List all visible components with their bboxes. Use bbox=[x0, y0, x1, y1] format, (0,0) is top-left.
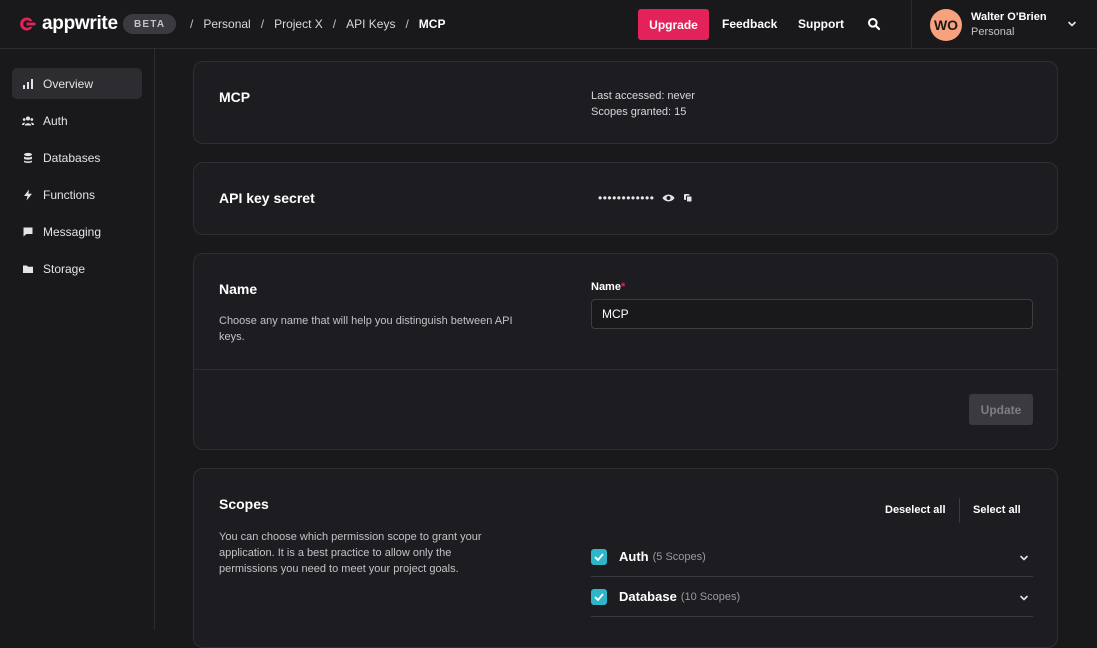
copy-icon[interactable] bbox=[683, 193, 693, 203]
chevron-down-icon[interactable] bbox=[1019, 553, 1029, 563]
sidebar-item-label: Storage bbox=[43, 261, 86, 276]
bar-chart-icon bbox=[23, 78, 33, 89]
secret-title: API key secret bbox=[219, 190, 315, 206]
sidebar-item-label: Overview bbox=[43, 76, 94, 91]
scope-group-auth[interactable]: Auth (5 Scopes) bbox=[591, 537, 1033, 577]
avatar[interactable]: WO bbox=[930, 9, 962, 41]
sidebar-item-databases[interactable]: Databases bbox=[12, 142, 142, 173]
sidebar-item-label: Functions bbox=[43, 187, 96, 202]
sidebar-item-messaging[interactable]: Messaging bbox=[12, 216, 142, 247]
breadcrumb: / Personal / Project X / API Keys / MCP bbox=[190, 17, 445, 31]
lightning-icon bbox=[24, 189, 32, 200]
key-meta: Last accessed: never Scopes granted: 15 bbox=[591, 88, 695, 120]
database-icon bbox=[24, 152, 32, 163]
chevron-down-icon[interactable] bbox=[1067, 19, 1077, 29]
name-label-text: Name bbox=[591, 281, 621, 293]
chevron-down-icon[interactable] bbox=[1019, 593, 1029, 603]
name-field-label: Name* bbox=[591, 281, 625, 293]
scope-count: (5 Scopes) bbox=[652, 550, 706, 563]
scopes-granted-text: Scopes granted: 15 bbox=[591, 106, 687, 118]
scopes-card: Scopes You can choose which permission s… bbox=[193, 468, 1058, 648]
scope-label: Auth bbox=[619, 549, 649, 564]
users-icon bbox=[22, 116, 34, 125]
action-divider bbox=[959, 498, 960, 523]
checkmark-icon bbox=[594, 592, 604, 601]
last-accessed-text: Last accessed: never bbox=[591, 90, 695, 102]
appwrite-logo[interactable]: appwrite bbox=[18, 13, 118, 35]
secret-display: •••••••••••• bbox=[598, 191, 693, 205]
name-section-title: Name bbox=[219, 281, 258, 297]
card-divider bbox=[194, 369, 1057, 370]
scopes-section-description: You can choose which permission scope to… bbox=[219, 531, 482, 575]
user-organization: Personal bbox=[971, 26, 1015, 38]
checkmark-icon bbox=[594, 552, 604, 561]
upgrade-button[interactable]: Upgrade bbox=[638, 9, 709, 40]
scope-checkbox[interactable] bbox=[591, 588, 607, 605]
select-all-button[interactable]: Select all bbox=[973, 504, 1021, 516]
scope-count: (10 Scopes) bbox=[680, 590, 741, 603]
name-card: Name Choose any name that will help you … bbox=[193, 253, 1058, 450]
key-title: MCP bbox=[219, 89, 251, 105]
sidebar-item-label: Auth bbox=[43, 113, 68, 128]
header-divider bbox=[911, 0, 912, 48]
api-secret-card: API key secret •••••••••••• bbox=[193, 162, 1058, 235]
feedback-link[interactable]: Feedback bbox=[722, 17, 777, 31]
folder-icon bbox=[23, 265, 33, 273]
update-button[interactable]: Update bbox=[969, 394, 1033, 425]
scope-checkbox[interactable] bbox=[591, 548, 607, 565]
breadcrumb-project[interactable]: Project X bbox=[274, 17, 323, 31]
user-name[interactable]: Walter O'Brien bbox=[971, 11, 1047, 23]
breadcrumb-separator: / bbox=[260, 17, 265, 31]
logo-text: appwrite bbox=[42, 13, 118, 34]
sidebar: Overview Auth Databases Functions Messag… bbox=[0, 49, 155, 630]
sidebar-item-label: Messaging bbox=[43, 224, 102, 239]
search-icon[interactable] bbox=[867, 17, 881, 31]
sidebar-item-auth[interactable]: Auth bbox=[12, 105, 142, 136]
sidebar-item-label: Databases bbox=[43, 150, 101, 165]
breadcrumb-api-keys[interactable]: API Keys bbox=[346, 17, 395, 31]
breadcrumb-personal[interactable]: Personal bbox=[203, 17, 250, 31]
eye-icon[interactable] bbox=[662, 193, 675, 203]
breadcrumb-separator: / bbox=[190, 17, 194, 31]
scopes-section-title: Scopes bbox=[219, 496, 269, 512]
appwrite-logo-icon bbox=[20, 17, 36, 31]
name-section-description: Choose any name that will help you disti… bbox=[219, 315, 513, 343]
breadcrumb-current: MCP bbox=[418, 17, 446, 31]
top-header: appwrite BETA / Personal / Project X / A… bbox=[0, 0, 1097, 49]
breadcrumb-separator: / bbox=[405, 17, 409, 31]
masked-secret: •••••••••••• bbox=[598, 191, 655, 205]
sidebar-item-functions[interactable]: Functions bbox=[12, 179, 142, 210]
scope-group-database[interactable]: Database (10 Scopes) bbox=[591, 577, 1033, 617]
support-link[interactable]: Support bbox=[798, 17, 844, 31]
name-input[interactable] bbox=[591, 299, 1033, 329]
required-mark: * bbox=[620, 281, 626, 293]
scope-label: Database bbox=[619, 589, 677, 604]
chat-icon bbox=[23, 227, 33, 236]
sidebar-item-overview[interactable]: Overview bbox=[12, 68, 142, 99]
deselect-all-button[interactable]: Deselect all bbox=[885, 504, 946, 516]
beta-badge: BETA bbox=[123, 14, 177, 34]
key-info-card: MCP Last accessed: never Scopes granted:… bbox=[193, 61, 1058, 144]
sidebar-item-storage[interactable]: Storage bbox=[12, 253, 142, 284]
breadcrumb-separator: / bbox=[332, 17, 337, 31]
